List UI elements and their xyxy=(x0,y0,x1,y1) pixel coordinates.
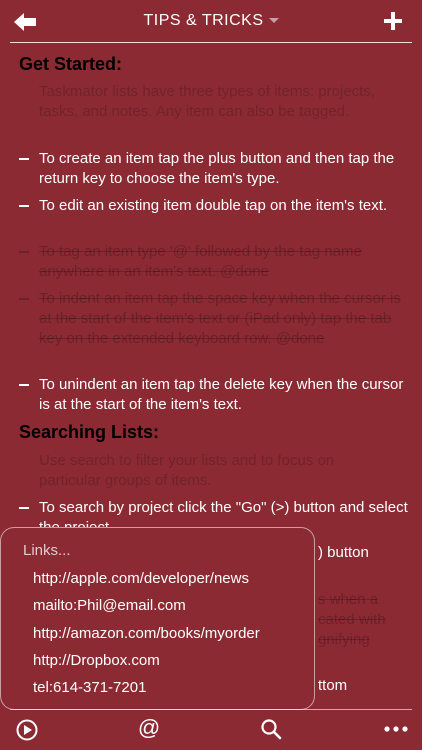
task-item-done[interactable]: To tag an item type '@' followed by the … xyxy=(19,242,414,282)
task-item[interactable]: To edit an existing item double tap on t… xyxy=(19,196,414,216)
task-dash xyxy=(19,298,29,300)
task-text-fragment: cated with xyxy=(318,611,386,628)
list-title-button[interactable]: TIPS & TRICKS xyxy=(0,12,422,30)
at-sign-icon[interactable]: @ xyxy=(136,715,162,741)
task-text: To indent an item tap the space key when… xyxy=(39,290,401,347)
more-options-icon[interactable] xyxy=(382,722,412,736)
task-dash xyxy=(19,507,29,509)
bottom-toolbar: @ xyxy=(0,710,422,750)
task-text-fragment: ) button xyxy=(318,544,369,561)
task-dash xyxy=(19,384,29,386)
link-item[interactable]: http://Dropbox.com xyxy=(33,652,160,669)
project-heading[interactable]: Get Started: xyxy=(19,54,122,75)
task-item[interactable]: To unindent an item tap the delete key w… xyxy=(19,375,414,415)
task-text: To create an item tap the plus button an… xyxy=(39,150,395,187)
task-dash xyxy=(19,158,29,160)
task-dash xyxy=(19,205,29,207)
plus-icon[interactable] xyxy=(382,10,404,32)
link-item[interactable]: mailto:Phil@email.com xyxy=(33,597,186,614)
links-popover: Links... http://apple.com/developer/news… xyxy=(0,527,315,710)
play-circle-icon[interactable] xyxy=(16,719,38,741)
popover-title: Links... xyxy=(23,542,71,559)
link-item[interactable]: tel:614-371-7201 xyxy=(33,679,146,696)
link-item[interactable]: http://amazon.com/books/myorder xyxy=(33,625,260,642)
link-item[interactable]: http://apple.com/developer/news xyxy=(33,570,249,587)
note-item[interactable]: Taskmator lists have three types of item… xyxy=(39,82,399,122)
task-text: To edit an existing item double tap on t… xyxy=(39,197,388,214)
page-title: TIPS & TRICKS xyxy=(143,12,264,29)
task-item[interactable]: To create an item tap the plus button an… xyxy=(19,149,414,189)
note-item[interactable]: Use search to filter your lists and to f… xyxy=(39,451,399,491)
task-text: To tag an item type '@' followed by the … xyxy=(39,243,362,280)
chevron-down-icon xyxy=(268,18,279,24)
task-dash xyxy=(19,251,29,253)
task-text-fragment: s when a xyxy=(318,591,379,608)
task-text-fragment: gnifying xyxy=(318,631,370,648)
task-text: To unindent an item tap the delete key w… xyxy=(39,376,404,413)
task-item-done[interactable]: To indent an item tap the space key when… xyxy=(19,289,414,349)
search-icon[interactable] xyxy=(259,717,283,741)
top-bar: TIPS & TRICKS xyxy=(0,0,422,43)
task-text-fragment: ttom xyxy=(318,677,348,694)
project-heading[interactable]: Searching Lists: xyxy=(19,422,159,443)
